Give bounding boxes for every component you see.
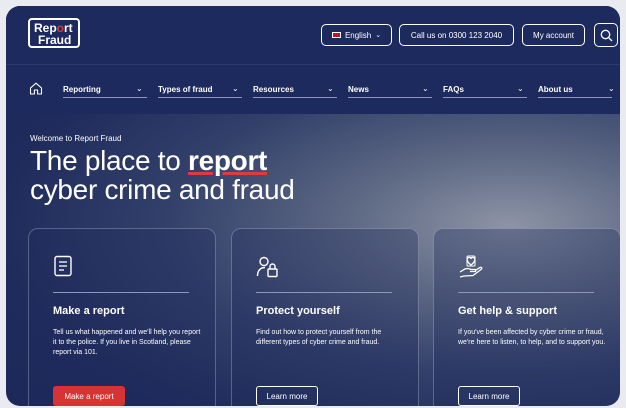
search-button[interactable]: [594, 23, 618, 47]
nav-divider: [63, 97, 147, 98]
document-icon: [54, 255, 72, 277]
nav-item-about-us[interactable]: About us: [538, 85, 612, 98]
card-divider: [53, 292, 189, 293]
card-divider: [458, 292, 594, 293]
my-account-label: My account: [533, 30, 574, 40]
chevron-down-icon[interactable]: ⌄: [517, 84, 524, 93]
card-protect-yourself: Protect yourself Find out how to protect…: [231, 228, 419, 406]
language-selector[interactable]: English ⌄: [321, 24, 392, 46]
protect-yourself-learn-more-button[interactable]: Learn more: [256, 386, 318, 406]
home-icon[interactable]: [29, 82, 43, 95]
call-us-button[interactable]: Call us on 0300 123 2040: [399, 24, 514, 46]
chevron-down-icon[interactable]: ⌄: [136, 84, 143, 93]
logo-text-line2: Fraud: [38, 33, 72, 47]
nav-item-label: Types of fraud: [158, 85, 213, 94]
chevron-down-icon: ⌄: [375, 32, 382, 39]
make-a-report-button[interactable]: Make a report: [53, 386, 125, 406]
top-header: Report Fraud English ⌄ Call us on 0300 1…: [6, 6, 620, 64]
report-fraud-logo[interactable]: Report Fraud: [28, 18, 80, 48]
nav-divider: [348, 97, 432, 98]
nav-item-label: FAQs: [443, 85, 464, 94]
nav-divider: [538, 97, 612, 98]
chevron-down-icon[interactable]: ⌄: [232, 84, 239, 93]
card-title: Get help & support: [458, 305, 557, 317]
nav-divider: [253, 97, 337, 98]
headline-part2: cyber crime and fraud: [30, 174, 295, 205]
page-frame: Report Fraud English ⌄ Call us on 0300 1…: [6, 6, 620, 406]
get-help-learn-more-button[interactable]: Learn more: [458, 386, 520, 406]
card-title: Protect yourself: [256, 305, 340, 317]
uk-flag-icon: [331, 32, 341, 38]
card-description: Find out how to protect yourself from th…: [256, 329, 382, 346]
hero-eyebrow: Welcome to Report Fraud: [30, 134, 122, 143]
main-navigation: Reporting ⌄ Types of fraud ⌄ Resources ⌄…: [6, 64, 620, 114]
card-description: If you've been affected by cyber crime o…: [458, 329, 606, 346]
nav-item-label: About us: [538, 85, 573, 94]
card-get-help-support: Get help & support If you've been affect…: [433, 228, 620, 406]
nav-item-label: Resources: [253, 85, 294, 94]
nav-item-faqs[interactable]: FAQs: [443, 85, 527, 98]
nav-item-news[interactable]: News: [348, 85, 432, 98]
nav-item-label: Reporting: [63, 85, 101, 94]
nav-divider: [443, 97, 527, 98]
call-us-label: Call us on 0300 123 2040: [410, 30, 503, 40]
headline-highlight: report: [187, 145, 268, 176]
chevron-down-icon[interactable]: ⌄: [422, 84, 429, 93]
nav-divider: [158, 97, 242, 98]
card-divider: [256, 292, 392, 293]
nav-item-label: News: [348, 85, 369, 94]
chevron-down-icon[interactable]: ⌄: [327, 84, 334, 93]
nav-item-resources[interactable]: Resources: [253, 85, 337, 98]
my-account-button[interactable]: My account: [522, 24, 585, 46]
card-make-a-report: Make a report Tell us what happened and …: [28, 228, 216, 406]
hand-heart-icon: [459, 255, 483, 278]
chevron-down-icon[interactable]: ⌄: [608, 84, 615, 93]
nav-item-reporting[interactable]: Reporting: [63, 85, 147, 98]
nav-item-types-of-fraud[interactable]: Types of fraud: [158, 85, 242, 98]
headline-part1: The place to: [30, 145, 188, 176]
hero-headline: The place to report cyber crime and frau…: [30, 146, 295, 204]
search-icon: [600, 29, 613, 42]
user-lock-icon: [256, 256, 278, 278]
card-title: Make a report: [53, 305, 125, 317]
card-description: Tell us what happened and we'll help you…: [53, 329, 201, 356]
language-label: English: [344, 30, 372, 40]
